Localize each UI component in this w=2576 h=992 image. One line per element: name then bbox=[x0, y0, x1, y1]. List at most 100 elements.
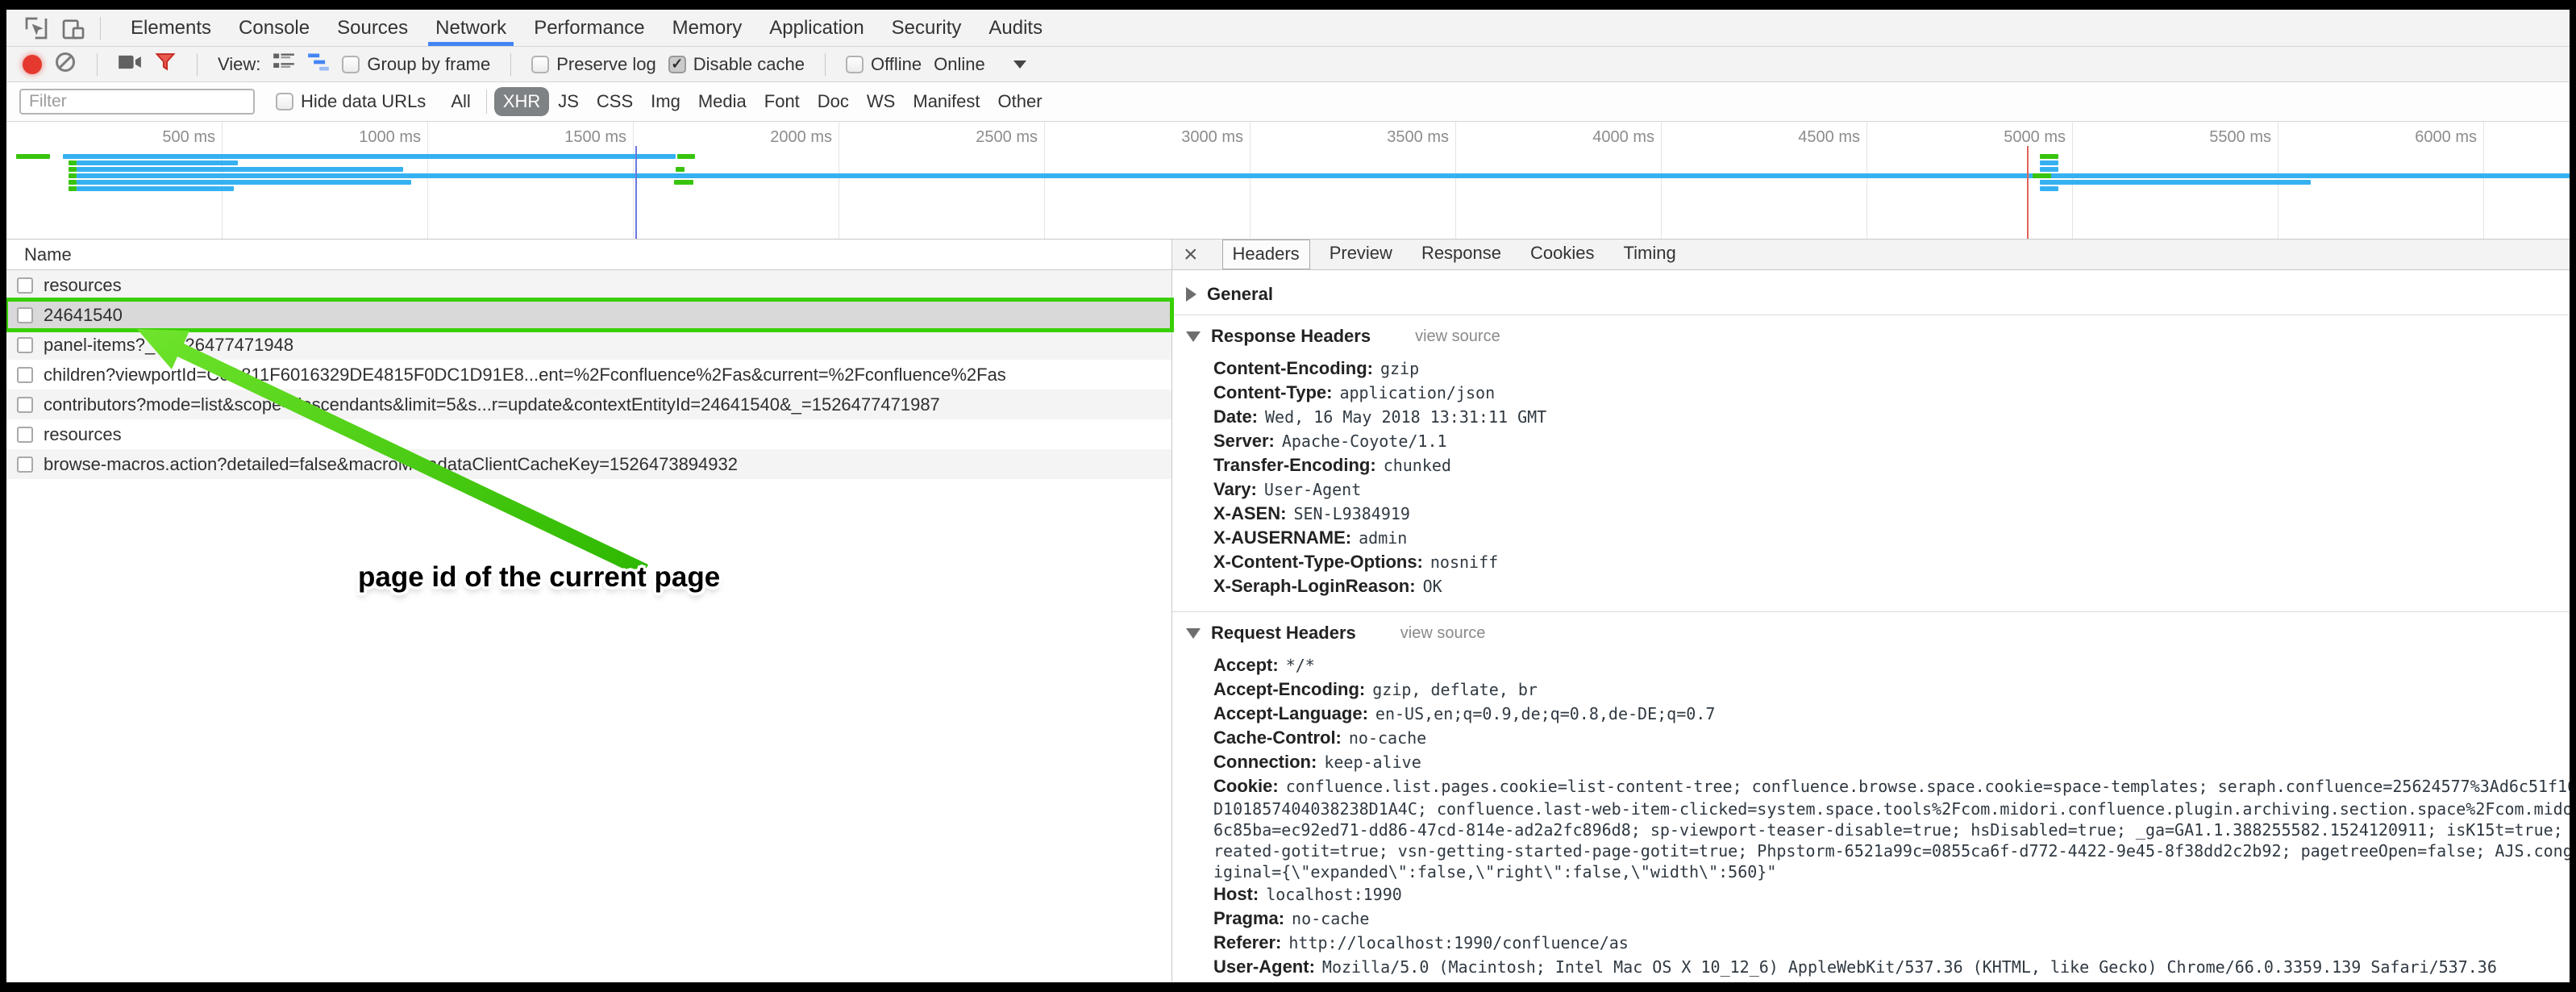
waterfall-bar bbox=[677, 154, 695, 159]
type-filter[interactable]: Media bbox=[689, 87, 755, 116]
type-filter[interactable]: CSS bbox=[588, 87, 642, 116]
divider bbox=[510, 53, 511, 76]
view-source-link[interactable]: view source bbox=[1415, 327, 1500, 346]
waterfall-bar bbox=[2040, 160, 2058, 165]
type-filter[interactable]: Manifest bbox=[904, 87, 988, 116]
panel-tab[interactable]: Audits bbox=[975, 10, 1056, 46]
type-filter[interactable]: XHR bbox=[494, 87, 549, 116]
details-tab[interactable]: Timing bbox=[1614, 240, 1686, 269]
headers-panel: General Response Headers view source Con… bbox=[1172, 270, 2570, 982]
triangle-right-icon bbox=[1186, 287, 1196, 302]
filter-funnel-icon[interactable] bbox=[154, 51, 177, 78]
request-row[interactable]: children?viewportId=C0A811F6016329DE4815… bbox=[6, 360, 1171, 390]
timeline-gridline bbox=[2483, 122, 2484, 239]
triangle-down-icon bbox=[1186, 628, 1201, 639]
request-row[interactable]: resources bbox=[6, 270, 1171, 300]
divider bbox=[100, 17, 101, 40]
header-entry: Content-Type:application/json bbox=[1172, 381, 2570, 405]
offline-control: Offline bbox=[846, 54, 922, 75]
timeline-gridline bbox=[1250, 122, 1251, 239]
panel-tab[interactable]: Sources bbox=[323, 10, 422, 46]
timeline-tick-label: 5500 ms bbox=[2142, 128, 2271, 147]
panel-tab[interactable]: Security bbox=[878, 10, 976, 46]
header-entry: Host:localhost:1990 bbox=[1172, 882, 2570, 907]
filter-input[interactable] bbox=[19, 89, 255, 115]
hide-data-urls-checkbox[interactable] bbox=[276, 93, 293, 110]
request-row[interactable]: browse-macros.action?detailed=false&macr… bbox=[6, 449, 1171, 479]
panel-tab[interactable]: Console bbox=[225, 10, 323, 46]
divider bbox=[197, 53, 198, 76]
type-filter[interactable]: JS bbox=[549, 87, 588, 116]
waterfall-bar bbox=[2040, 167, 2058, 172]
waterfall-bar bbox=[69, 180, 77, 185]
chevron-down-icon bbox=[1013, 60, 1026, 69]
group-by-frame-checkbox[interactable] bbox=[342, 56, 360, 73]
panel-tab[interactable]: Network bbox=[422, 10, 520, 46]
group-by-frame-control: Group by frame bbox=[342, 54, 490, 75]
preserve-log-label: Preserve log bbox=[556, 54, 656, 75]
general-section-toggle[interactable]: General bbox=[1172, 273, 2570, 315]
header-entry: User-Agent:Mozilla/5.0 (Macintosh; Intel… bbox=[1172, 955, 2570, 979]
device-toolbar-icon[interactable] bbox=[57, 14, 89, 43]
waterfall-bar bbox=[69, 173, 77, 178]
disable-cache-checkbox[interactable] bbox=[668, 56, 686, 73]
panel-tab[interactable]: Performance bbox=[520, 10, 658, 46]
timeline-tick-label: 5000 ms bbox=[1937, 128, 2066, 147]
waterfall-bar bbox=[77, 160, 237, 165]
close-icon[interactable]: × bbox=[1184, 243, 1198, 267]
devtools-window: ElementsConsoleSourcesNetworkPerformance… bbox=[6, 10, 2570, 982]
type-filter[interactable]: Img bbox=[642, 87, 689, 116]
timeline-gridline bbox=[1455, 122, 1456, 239]
view-label: View: bbox=[218, 54, 260, 75]
request-name: browse-macros.action?detailed=false&macr… bbox=[44, 454, 738, 475]
offline-checkbox[interactable] bbox=[846, 56, 864, 73]
details-tab[interactable]: Headers bbox=[1222, 240, 1310, 269]
network-overview[interactable]: 500 ms1000 ms1500 ms2000 ms2500 ms3000 m… bbox=[6, 122, 2570, 240]
show-overview-icon[interactable] bbox=[307, 52, 330, 77]
request-row[interactable]: 24641540 bbox=[6, 300, 1171, 330]
request-row[interactable]: resources bbox=[6, 419, 1171, 449]
screenshot-camera-icon[interactable] bbox=[118, 52, 142, 77]
view-source-link[interactable]: view source bbox=[1400, 624, 1486, 643]
timeline-gridline bbox=[1866, 122, 1867, 239]
timeline-tick-label: 1000 ms bbox=[292, 128, 421, 147]
details-tab[interactable]: Response bbox=[1412, 240, 1511, 269]
type-filter[interactable]: All bbox=[442, 87, 479, 116]
request-headers-section-toggle[interactable]: Request Headers view source bbox=[1172, 612, 2570, 652]
header-entry: Pragma:no-cache bbox=[1172, 907, 2570, 931]
clear-icon[interactable] bbox=[54, 51, 77, 78]
panel-tab[interactable]: Elements bbox=[117, 10, 225, 46]
type-filter[interactable]: Other bbox=[989, 87, 1051, 116]
record-button[interactable] bbox=[23, 55, 42, 74]
waterfall-bar bbox=[676, 167, 685, 172]
panel-tab[interactable]: Memory bbox=[659, 10, 756, 46]
panel-tab[interactable]: Application bbox=[755, 10, 877, 46]
name-column-header[interactable]: Name bbox=[6, 240, 1171, 270]
waterfall-bar bbox=[2033, 173, 2052, 178]
details-tab[interactable]: Cookies bbox=[1521, 240, 1604, 269]
details-tabbar: × Headers Preview Response Cookies Timing bbox=[1172, 240, 2570, 270]
request-row[interactable]: contributors?mode=list&scope=descendants… bbox=[6, 390, 1171, 419]
request-name: contributors?mode=list&scope=descendants… bbox=[44, 394, 940, 415]
request-details-pane: × Headers Preview Response Cookies Timing Ge… bbox=[1172, 240, 2570, 982]
throttling-select[interactable]: Online bbox=[934, 54, 1026, 75]
request-row[interactable]: panel-items?_=1526477471948 bbox=[6, 330, 1171, 360]
request-doc-icon bbox=[17, 307, 33, 323]
divider bbox=[825, 53, 826, 76]
timeline-gridline bbox=[427, 122, 428, 239]
timeline-tick-label: 4000 ms bbox=[1525, 128, 1654, 147]
preserve-log-checkbox[interactable] bbox=[531, 56, 549, 73]
type-filter[interactable]: Doc bbox=[809, 87, 858, 116]
large-rows-icon[interactable] bbox=[273, 52, 295, 77]
inspect-element-icon[interactable] bbox=[20, 14, 52, 43]
type-filter[interactable]: WS bbox=[858, 87, 904, 116]
timeline-gridline bbox=[633, 122, 634, 239]
details-tab[interactable]: Preview bbox=[1320, 240, 1402, 269]
type-filter[interactable]: Font bbox=[755, 87, 809, 116]
header-entry: Date:Wed, 16 May 2018 13:31:11 GMT bbox=[1172, 405, 2570, 429]
response-headers-section-toggle[interactable]: Response Headers view source bbox=[1172, 315, 2570, 355]
timeline-gridline bbox=[1661, 122, 1662, 239]
network-content: Name resources 24641540 panel-items?_=15… bbox=[6, 240, 2570, 982]
preserve-log-control: Preserve log bbox=[531, 54, 656, 75]
timeline-tick-label: 500 ms bbox=[86, 128, 215, 147]
